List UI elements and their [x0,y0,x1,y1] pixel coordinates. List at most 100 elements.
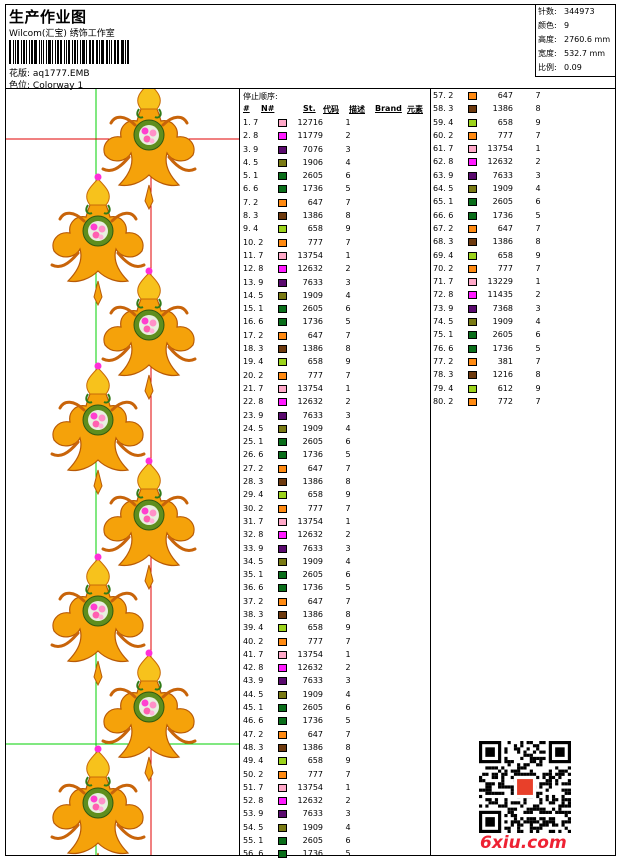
stop-row: 76. 6 1736 5 [433,342,541,355]
qr-module [539,807,543,811]
stop-number: 13. 9 [243,277,264,287]
qr-module [564,788,568,792]
stat-label: 针数: [538,7,557,16]
color-swatch [468,251,477,260]
color-swatch [278,238,287,247]
stitch-count: 2605 [302,171,323,181]
qr-module [561,820,565,824]
stop-row: 10. 2 777 7 [243,236,429,249]
color-swatch [278,251,287,260]
qr-module [523,798,527,802]
qr-module [564,791,568,795]
qr-module [510,807,514,811]
qr-module [513,744,518,748]
qr-module [542,807,546,811]
qr-module [523,763,527,767]
embroidery-preview-image [6,89,239,855]
thread-code: 7 [535,396,541,406]
qr-module [532,772,537,776]
stats-box: 针数: 344973 颜色: 9 高度: 2760.6 mm 宽度: 532.7 mm … [535,5,615,77]
stop-row: 4. 5 1906 4 [243,156,429,169]
thread-code: 5 [345,317,351,327]
color-swatch [278,185,287,194]
stitch-count: 12632 [297,264,323,274]
qr-module [513,769,518,773]
stop-number: 30. 2 [243,503,264,513]
qr-module [545,820,549,824]
stitch-count: 658 [307,756,323,766]
stop-row: 60. 2 777 7 [433,129,541,142]
stop-number: 35. 1 [243,570,264,580]
qr-module [517,823,521,827]
stitch-count: 777 [497,130,513,140]
thread-code: 8 [535,237,541,247]
qr-module [555,782,559,786]
qr-module [529,769,533,773]
stop-number: 27. 2 [243,463,264,473]
color-swatch [278,491,287,500]
worksheet-frame: 生产作业图 Wilcom(汇宝) 绣饰工作室 花版: aq1777.EMB 色位… [5,4,616,859]
stitch-count: 2605 [302,570,323,580]
qr-module [526,820,530,824]
col-index: # [243,104,250,113]
barcode-bar [101,40,104,64]
thread-code: 2 [345,796,351,806]
stitch-count: 7633 [302,543,323,553]
stitch-count: 12716 [297,118,323,127]
stop-row: 69. 4 658 9 [433,249,541,262]
stat-label: 宽度: [538,49,557,58]
stop-row: 12. 8 12632 2 [243,262,429,275]
qr-module [539,763,543,767]
qr-module [520,766,524,770]
qr-module [510,823,514,827]
color-swatch [278,531,287,540]
qr-module [539,823,543,827]
stop-row: 43. 9 7633 3 [243,674,429,687]
watermark: 6xiu.com [480,833,567,853]
stitch-count: 12632 [297,397,323,407]
qr-module [532,744,537,748]
qr-module [482,779,486,783]
color-swatch [468,304,477,313]
qr-module [507,763,511,767]
color-swatch [278,650,287,659]
qr-module [564,804,568,808]
qr-module [532,804,537,808]
stop-row: 49. 4 658 9 [243,754,429,767]
stitch-count: 13754 [297,782,323,792]
color-swatch [278,704,287,713]
worksheet-header: 生产作业图 Wilcom(汇宝) 绣饰工作室 花版: aq1777.EMB 色位… [6,5,615,91]
qr-module [485,798,489,802]
stat-label: 颜色: [538,21,557,30]
barcode-bar [74,40,77,64]
color-swatch [278,837,287,846]
color-swatch [278,158,287,167]
stitch-count: 777 [307,636,323,646]
thread-code: 9 [345,357,351,367]
stitch-count: 2605 [302,836,323,846]
qr-module [498,769,502,773]
qr-module [561,810,565,814]
stop-number: 54. 5 [243,822,264,832]
thread-code: 9 [535,250,541,260]
stop-number: 57. 2 [433,91,454,100]
qr-module [551,798,556,802]
qr-module [501,775,505,780]
qr-module [532,820,537,824]
qr-module [539,810,543,814]
stop-number: 36. 6 [243,583,264,593]
qr-module [545,823,549,827]
stop-number: 80. 2 [433,396,454,406]
stop-number: 8. 3 [243,211,259,221]
qr-module [529,753,533,757]
stop-number: 37. 2 [243,596,264,606]
stop-row: 25. 1 2605 6 [243,435,429,448]
stop-row: 27. 2 647 7 [243,462,429,475]
stitch-count: 381 [497,356,513,366]
color-swatch [278,504,287,513]
stop-number: 26. 6 [243,450,264,460]
stat-label: 高度: [538,35,557,44]
qr-module [479,779,483,783]
color-swatch [278,478,287,487]
qr-module [536,756,540,761]
